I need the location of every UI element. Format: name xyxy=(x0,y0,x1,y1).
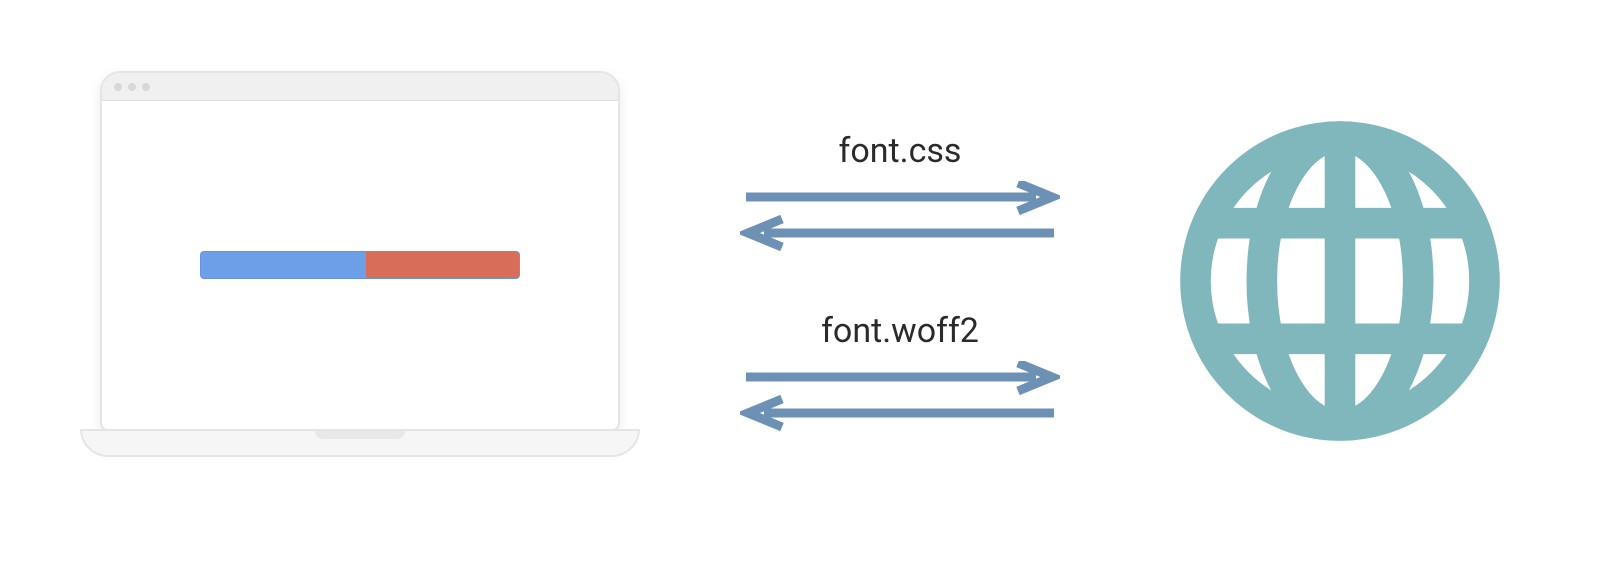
window-dot xyxy=(114,83,122,91)
flow-font-css: font.css xyxy=(740,131,1060,251)
laptop-base xyxy=(80,429,640,457)
progress-fill xyxy=(366,252,519,278)
globe-icon xyxy=(1160,111,1520,451)
window-dot xyxy=(128,83,136,91)
laptop-notch xyxy=(315,431,405,439)
flow-label: font.woff2 xyxy=(821,311,979,351)
progress-bar xyxy=(200,251,520,279)
laptop-device xyxy=(80,71,640,491)
arrow-pair xyxy=(740,361,1060,431)
window-dot xyxy=(142,83,150,91)
laptop-screen xyxy=(100,71,620,431)
page-viewport xyxy=(102,101,618,429)
arrow-pair xyxy=(740,181,1060,251)
browser-chrome xyxy=(102,73,618,101)
flow-font-woff2: font.woff2 xyxy=(740,311,1060,431)
flow-label: font.css xyxy=(839,131,962,171)
network-flows: font.css font.woff2 xyxy=(640,131,1160,431)
